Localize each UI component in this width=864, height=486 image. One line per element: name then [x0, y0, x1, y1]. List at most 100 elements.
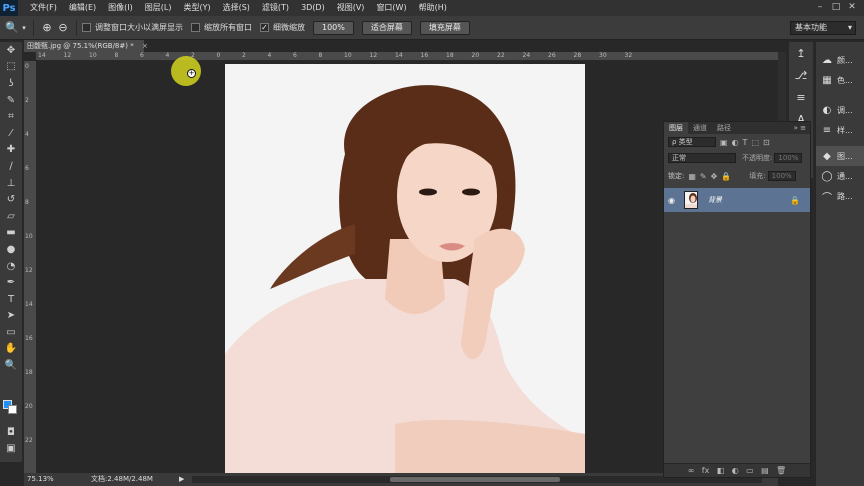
chevron-down-icon[interactable]: ▾: [20, 20, 28, 36]
new-layer-icon[interactable]: ▤: [761, 466, 769, 475]
document-image[interactable]: [225, 64, 585, 473]
menu-edit[interactable]: 编辑(E): [63, 0, 102, 16]
ruler-tick-label: 32: [624, 52, 633, 59]
brush-tool-icon[interactable]: ∕: [0, 158, 22, 175]
lock-paint-icon[interactable]: ✎: [700, 172, 707, 181]
layer-filter-kind[interactable]: ρ 类型: [668, 137, 716, 147]
dock-item-swatches[interactable]: ▦ 色...: [816, 70, 864, 90]
dodge-tool-icon[interactable]: ◔: [0, 258, 22, 275]
clone-stamp-tool-icon[interactable]: ⊥: [0, 175, 22, 192]
type-filter-icon[interactable]: T: [743, 138, 748, 147]
dock-item-channels[interactable]: ◯ 通...: [816, 166, 864, 186]
pixel-filter-icon[interactable]: ▣: [720, 138, 728, 147]
shape-filter-icon[interactable]: ⬚: [751, 138, 759, 147]
history-brush-tool-icon[interactable]: ↺: [0, 191, 22, 208]
move-tool-icon[interactable]: ✥: [0, 42, 22, 59]
checkbox-box[interactable]: [191, 23, 200, 32]
lock-transparent-icon[interactable]: ▦: [688, 172, 696, 181]
document-tab[interactable]: 田馥甄.jpg @ 75.1%(RGB/8#) * ×: [24, 40, 148, 52]
path-select-tool-icon[interactable]: ➤: [0, 308, 22, 325]
trash-icon[interactable]: 🗑: [776, 466, 786, 475]
dock-item-layers[interactable]: ◆ 图...: [816, 146, 864, 166]
menu-select[interactable]: 选择(S): [217, 0, 256, 16]
checkbox-box[interactable]: [82, 23, 91, 32]
screen-mode-icon[interactable]: ▣: [0, 440, 22, 457]
marquee-tool-icon[interactable]: ⬚: [0, 59, 22, 76]
dock-item-styles[interactable]: ≡ 样...: [816, 120, 864, 140]
lock-all-icon[interactable]: 🔒: [721, 172, 731, 181]
lasso-tool-icon[interactable]: ʖ: [0, 75, 22, 92]
hand-tool-icon[interactable]: ✋: [0, 341, 22, 358]
menu-3d[interactable]: 3D(D): [295, 0, 331, 16]
visibility-eye-icon[interactable]: ◉: [668, 196, 675, 205]
blend-mode-select[interactable]: 正常: [668, 153, 736, 163]
minimize-icon[interactable]: –: [814, 2, 826, 12]
menu-image[interactable]: 图像(I): [102, 0, 139, 16]
add-mask-icon[interactable]: ◧: [717, 466, 725, 475]
dock-item-label: 色...: [837, 75, 853, 85]
healing-brush-tool-icon[interactable]: ✚: [0, 142, 22, 159]
eraser-tool-icon[interactable]: ▱: [0, 208, 22, 225]
properties-icon[interactable]: ⎇: [789, 64, 813, 86]
panel-menu-icon[interactable]: » ≡: [794, 122, 806, 134]
zoom-all-checkbox[interactable]: 缩放所有窗口: [191, 22, 252, 33]
status-menu-arrow-icon[interactable]: ▶: [179, 473, 184, 486]
zoom-level[interactable]: 75.13%: [27, 473, 54, 486]
dock-item-color[interactable]: ☁ 颜...: [816, 50, 864, 70]
zoom-in-icon[interactable]: ⊕: [39, 20, 55, 36]
history-icon[interactable]: ↥: [789, 42, 813, 64]
pen-tool-icon[interactable]: ✒: [0, 274, 22, 291]
smart-filter-icon[interactable]: ⊡: [763, 138, 770, 147]
quick-mask-icon[interactable]: ◘: [0, 424, 22, 441]
maximize-icon[interactable]: □: [830, 2, 842, 12]
info-icon[interactable]: ≡: [789, 86, 813, 108]
rectangle-tool-icon[interactable]: ▭: [0, 324, 22, 341]
menu-help[interactable]: 帮助(H): [413, 0, 453, 16]
gradient-tool-icon[interactable]: ▬: [0, 225, 22, 242]
zoom-out-icon[interactable]: ⊖: [55, 20, 71, 36]
menu-file[interactable]: 文件(F): [24, 0, 63, 16]
background-color-swatch[interactable]: [8, 405, 17, 414]
type-tool-icon[interactable]: T: [0, 291, 22, 308]
lock-position-icon[interactable]: ✥: [711, 172, 718, 181]
zoom-tool-icon[interactable]: 🔍: [4, 20, 20, 36]
actual-pixels-button[interactable]: 100%: [313, 20, 354, 35]
fit-screen-button[interactable]: 适合屏幕: [361, 20, 412, 35]
blur-tool-icon[interactable]: ●: [0, 241, 22, 258]
scrubby-zoom-checkbox[interactable]: ✓ 细微缩放: [260, 22, 305, 33]
menu-filter[interactable]: 滤镜(T): [256, 0, 295, 16]
scrollbar-thumb[interactable]: [390, 477, 560, 482]
menu-view[interactable]: 视图(V): [331, 0, 371, 16]
new-adjustment-icon[interactable]: ◐: [732, 466, 739, 475]
adjustment-filter-icon[interactable]: ◐: [732, 138, 739, 147]
menu-window[interactable]: 窗口(W): [370, 0, 412, 16]
resize-windows-checkbox[interactable]: 调整窗口大小以满屏显示: [82, 22, 183, 33]
menu-layer[interactable]: 图层(L): [139, 0, 178, 16]
tab-paths[interactable]: 路径: [712, 122, 736, 134]
tab-channels[interactable]: 通道: [688, 122, 712, 134]
eyedropper-tool-icon[interactable]: ⁄: [0, 125, 22, 142]
fill-input[interactable]: 100%: [767, 171, 796, 181]
fill-screen-button[interactable]: 填充屏幕: [419, 20, 470, 35]
ruler-tick-label: 10: [89, 52, 97, 59]
dock-item-adjustments[interactable]: ◐ 调...: [816, 100, 864, 120]
layer-name[interactable]: 背景: [708, 195, 722, 205]
close-icon[interactable]: ✕: [846, 2, 858, 12]
checkbox-box[interactable]: ✓: [260, 23, 269, 32]
menu-type[interactable]: 类型(Y): [177, 0, 216, 16]
layer-row-background[interactable]: ◉ 背景 🔒: [664, 188, 810, 212]
ruler-tick-label: 22: [25, 437, 33, 444]
opacity-input[interactable]: 100%: [774, 153, 803, 163]
dock-item-paths[interactable]: ⌒ 路...: [816, 186, 864, 206]
quick-select-tool-icon[interactable]: ✎: [0, 92, 22, 109]
crop-tool-icon[interactable]: ⌗: [0, 108, 22, 125]
tab-layers[interactable]: 图层: [664, 122, 688, 134]
paths-icon: ⌒: [822, 192, 832, 204]
layer-style-icon[interactable]: fx: [702, 466, 710, 475]
zoom-tool-icon[interactable]: 🔍: [0, 357, 22, 374]
new-group-icon[interactable]: ▭: [746, 466, 754, 475]
link-layers-icon[interactable]: ∞: [688, 466, 695, 475]
close-icon[interactable]: ×: [142, 42, 148, 50]
workspace-select[interactable]: 基本功能 ▾: [790, 21, 856, 35]
divider: [76, 19, 77, 36]
